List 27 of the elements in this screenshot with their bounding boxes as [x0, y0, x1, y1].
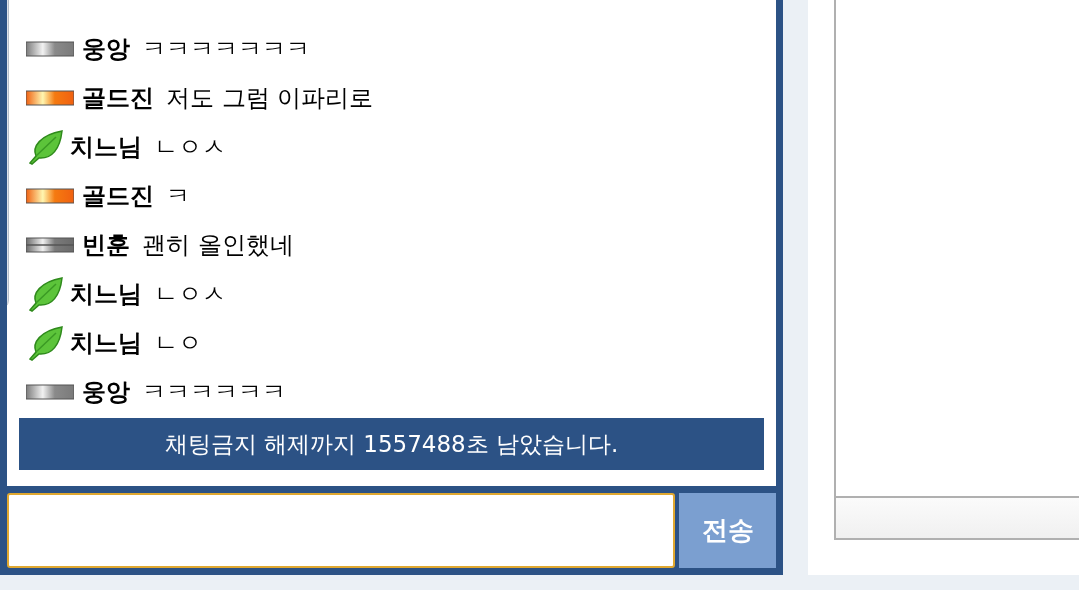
rank-bar-icon	[26, 88, 74, 107]
mute-notice: 채팅금지 해제까지 1557488초 남았습니다.	[19, 418, 764, 470]
rank-bar-icon	[26, 186, 74, 205]
user-name: 치느님	[70, 278, 142, 310]
user-name: 웅앙	[82, 376, 130, 408]
user-name: 치느님	[70, 131, 142, 163]
leaf-icon	[26, 324, 66, 361]
chat-input[interactable]	[7, 493, 675, 568]
send-button[interactable]: 전송	[679, 493, 776, 568]
chat-message: ㄴㅇㅅ	[154, 131, 226, 163]
user-name: 치느님	[70, 327, 142, 359]
chat-message: ㄴㅇㅅ	[154, 278, 226, 310]
rank-bar-icon	[26, 235, 74, 254]
user-name: 골드진	[82, 180, 154, 212]
user-name: 빈훈	[82, 229, 130, 261]
user-name: 골드진	[82, 82, 154, 114]
chat-message: ㅋㅋㅋㅋㅋㅋㅋ	[142, 33, 310, 65]
leaf-icon	[26, 275, 66, 312]
chat-message: ㅋ	[166, 180, 190, 212]
chat-message: ㄴㅇ	[154, 327, 202, 359]
leaf-icon	[26, 128, 66, 165]
chat-message: ㅋㅋㅋㅋㅋㅋ	[142, 376, 286, 408]
user-name: 웅앙	[82, 33, 130, 65]
chat-message: 괜히 올인했네	[142, 229, 294, 261]
rank-bar-icon	[26, 39, 74, 58]
chat-message: 저도 그럼 이파리로	[166, 82, 374, 114]
rank-bar-icon	[26, 382, 74, 401]
